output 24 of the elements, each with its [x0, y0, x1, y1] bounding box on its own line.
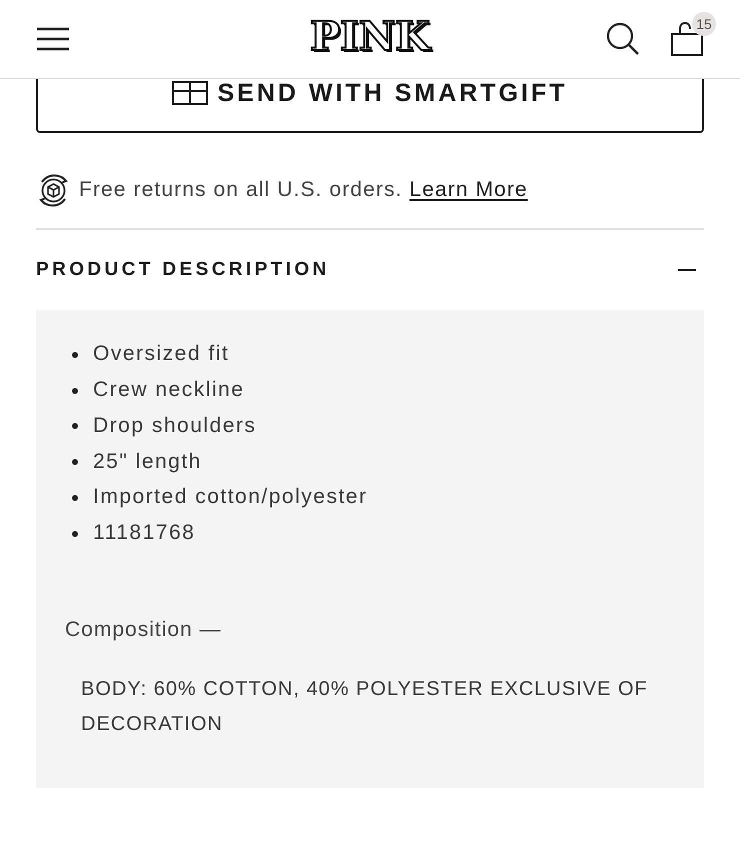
cart-count-badge: 15: [692, 12, 716, 36]
menu-icon[interactable]: [36, 27, 70, 51]
bullet-text: Drop shoulders: [93, 412, 256, 439]
returns-text: Free returns on all U.S. orders. Learn More: [79, 177, 528, 204]
composition-text: BODY: 60% COTTON, 40% POLYESTER EXCLUSIVE OF DECORATION: [81, 676, 649, 737]
gift-box-icon: [172, 81, 208, 105]
bullet-text: 11181768: [93, 520, 196, 546]
bullet-icon: [72, 459, 78, 466]
bullet-icon: [72, 388, 78, 394]
collapse-minus-icon[interactable]: [678, 268, 696, 272]
bullet-text: Imported cotton/polyester: [93, 484, 368, 510]
bullet-text: Crew neckline: [93, 376, 244, 403]
bullet-text: Oversized fit: [93, 341, 230, 368]
section-title: PRODUCT DESCRIPTION: [36, 258, 330, 282]
search-icon[interactable]: [606, 22, 640, 56]
bullet-icon: [72, 352, 78, 358]
send-with-smartgift-button[interactable]: SEND WITH SMARTGIFT: [36, 79, 704, 133]
bullet-icon: [72, 530, 78, 537]
composition-label: Composition —: [65, 616, 222, 642]
description-accordion-header[interactable]: PRODUCT DESCRIPTION: [36, 230, 704, 310]
learn-more-link[interactable]: Learn More: [409, 178, 528, 202]
bullet-icon: [72, 495, 78, 502]
bullet-text: 25" length: [93, 448, 202, 475]
bullet-icon: [72, 423, 78, 430]
